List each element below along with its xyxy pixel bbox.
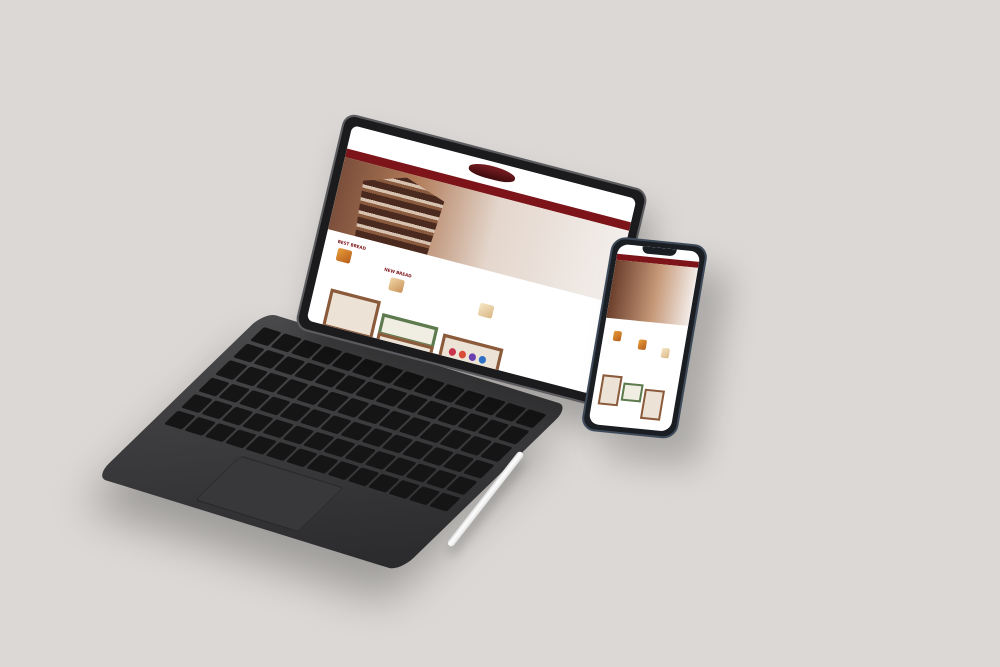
phone-screen [588, 243, 701, 432]
social-card [436, 333, 504, 379]
bread-thumbnail [477, 302, 495, 319]
nav-item [507, 191, 509, 199]
nav-item [487, 185, 489, 193]
tablet-device: BEST BREAD NEW BREAD [294, 112, 649, 412]
bread-thumbnail [612, 330, 623, 342]
phone-device [575, 236, 709, 446]
notice-card [322, 288, 381, 340]
bread-thumbnail [388, 276, 405, 294]
instagram-icon [448, 347, 457, 357]
new-bread-label: NEW BREAD [383, 266, 413, 279]
phone-hero-banner [606, 259, 699, 326]
facebook-icon [478, 355, 487, 365]
phone-frame [580, 236, 709, 440]
nav-item [467, 180, 469, 188]
notice-card [597, 374, 623, 407]
bread-thumbnail [660, 347, 671, 359]
info-card [620, 382, 644, 403]
phone-notch [641, 246, 677, 257]
device-mockup-scene: BEST BREAD NEW BREAD [0, 0, 1000, 667]
bread-thumbnail [335, 247, 353, 264]
bread-thumbnail [637, 339, 648, 351]
youtube-icon [458, 349, 467, 360]
social-icon [468, 352, 477, 362]
social-card [639, 388, 666, 421]
nav-item [477, 183, 479, 191]
nav-item [497, 188, 499, 196]
